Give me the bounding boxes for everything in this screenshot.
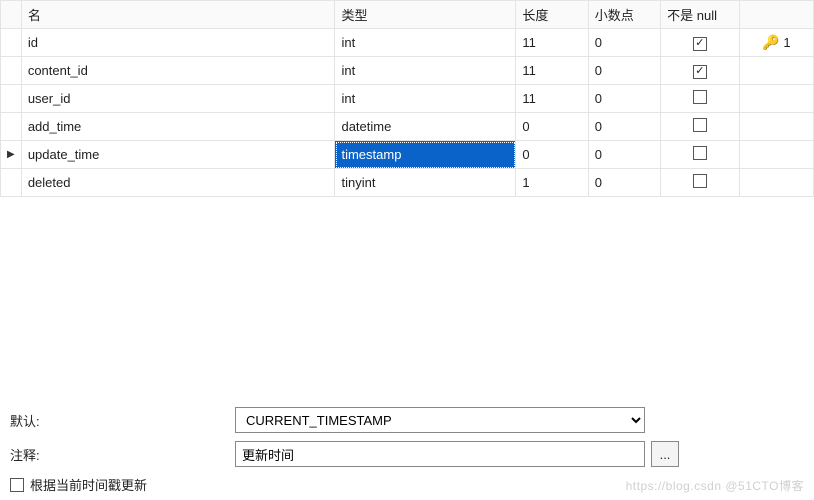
cell-type[interactable]: tinyint <box>335 169 516 197</box>
row-cursor-cell <box>1 113 22 141</box>
columns-table[interactable]: 名 类型 长度 小数点 不是 null idint110✓🔑1content_i… <box>0 0 814 197</box>
table-row[interactable]: content_idint110 ✓ <box>1 57 814 85</box>
comment-ellipsis-button[interactable]: ... <box>651 441 679 467</box>
header-name[interactable]: 名 <box>21 1 335 29</box>
notnull-checkbox[interactable] <box>693 118 707 132</box>
row-cursor-cell <box>1 29 22 57</box>
watermark-text: https://blog.csdn @51CTO博客 <box>626 477 804 494</box>
cell-name[interactable]: content_id <box>21 57 335 85</box>
current-row-indicator-icon: ▶ <box>7 149 15 160</box>
cell-notnull[interactable]: ✓ <box>661 57 739 85</box>
cell-type[interactable]: int <box>335 85 516 113</box>
cell-length[interactable]: 0 <box>516 113 588 141</box>
table-row[interactable]: idint110✓🔑1 <box>1 29 814 57</box>
header-length[interactable]: 长度 <box>516 1 588 29</box>
cell-decimals[interactable]: 0 <box>588 57 660 85</box>
columns-header-row: 名 类型 长度 小数点 不是 null <box>1 1 814 29</box>
default-label: 默认: <box>10 411 235 430</box>
cell-name[interactable]: id <box>21 29 335 57</box>
cell-decimals[interactable]: 0 <box>588 141 660 169</box>
cell-length[interactable]: 11 <box>516 57 588 85</box>
notnull-checkbox[interactable] <box>693 146 707 160</box>
cell-name[interactable]: update_time <box>21 141 335 169</box>
cell-notnull[interactable] <box>661 85 739 113</box>
primary-key-icon: 🔑 <box>762 34 779 51</box>
row-cursor-cell: ▶ <box>1 141 22 169</box>
cell-length[interactable]: 0 <box>516 141 588 169</box>
cell-notnull[interactable] <box>661 141 739 169</box>
header-decimals[interactable]: 小数点 <box>588 1 660 29</box>
cell-name[interactable]: deleted <box>21 169 335 197</box>
comment-label: 注释: <box>10 445 235 464</box>
gutter-header <box>1 1 22 29</box>
cell-key[interactable]: 🔑1 <box>739 29 813 57</box>
auto-update-checkbox[interactable] <box>10 478 24 492</box>
header-notnull[interactable]: 不是 null <box>661 1 739 29</box>
cell-decimals[interactable]: 0 <box>588 169 660 197</box>
cell-type[interactable]: datetime <box>335 113 516 141</box>
row-cursor-cell <box>1 169 22 197</box>
cell-notnull[interactable] <box>661 113 739 141</box>
cell-name[interactable]: add_time <box>21 113 335 141</box>
cell-type[interactable]: int <box>335 29 516 57</box>
cell-key[interactable] <box>739 141 813 169</box>
cell-type[interactable]: int <box>335 57 516 85</box>
cell-notnull[interactable]: ✓ <box>661 29 739 57</box>
cell-decimals[interactable]: 0 <box>588 113 660 141</box>
cell-type[interactable]: timestamp <box>335 141 516 169</box>
table-row[interactable]: deletedtinyint10 <box>1 169 814 197</box>
default-value-select[interactable]: CURRENT_TIMESTAMP <box>235 407 645 433</box>
cell-decimals[interactable]: 0 <box>588 29 660 57</box>
cell-key[interactable] <box>739 113 813 141</box>
cell-notnull[interactable] <box>661 169 739 197</box>
cell-length[interactable]: 1 <box>516 169 588 197</box>
table-row[interactable]: add_timedatetime00 <box>1 113 814 141</box>
row-cursor-cell <box>1 57 22 85</box>
auto-update-label: 根据当前时间戳更新 <box>30 475 147 494</box>
primary-key-number: 1 <box>783 35 790 50</box>
cell-length[interactable]: 11 <box>516 29 588 57</box>
table-row[interactable]: ▶update_timetimestamp00 <box>1 141 814 169</box>
header-key <box>739 1 813 29</box>
cell-name[interactable]: user_id <box>21 85 335 113</box>
row-cursor-cell <box>1 85 22 113</box>
header-type[interactable]: 类型 <box>335 1 516 29</box>
notnull-checkbox[interactable] <box>693 90 707 104</box>
cell-key[interactable] <box>739 85 813 113</box>
notnull-checkbox[interactable]: ✓ <box>693 65 707 79</box>
table-row[interactable]: user_idint110 <box>1 85 814 113</box>
cell-length[interactable]: 11 <box>516 85 588 113</box>
cell-key[interactable] <box>739 169 813 197</box>
comment-input[interactable] <box>235 441 645 467</box>
cell-decimals[interactable]: 0 <box>588 85 660 113</box>
notnull-checkbox[interactable]: ✓ <box>693 37 707 51</box>
notnull-checkbox[interactable] <box>693 174 707 188</box>
cell-key[interactable] <box>739 57 813 85</box>
